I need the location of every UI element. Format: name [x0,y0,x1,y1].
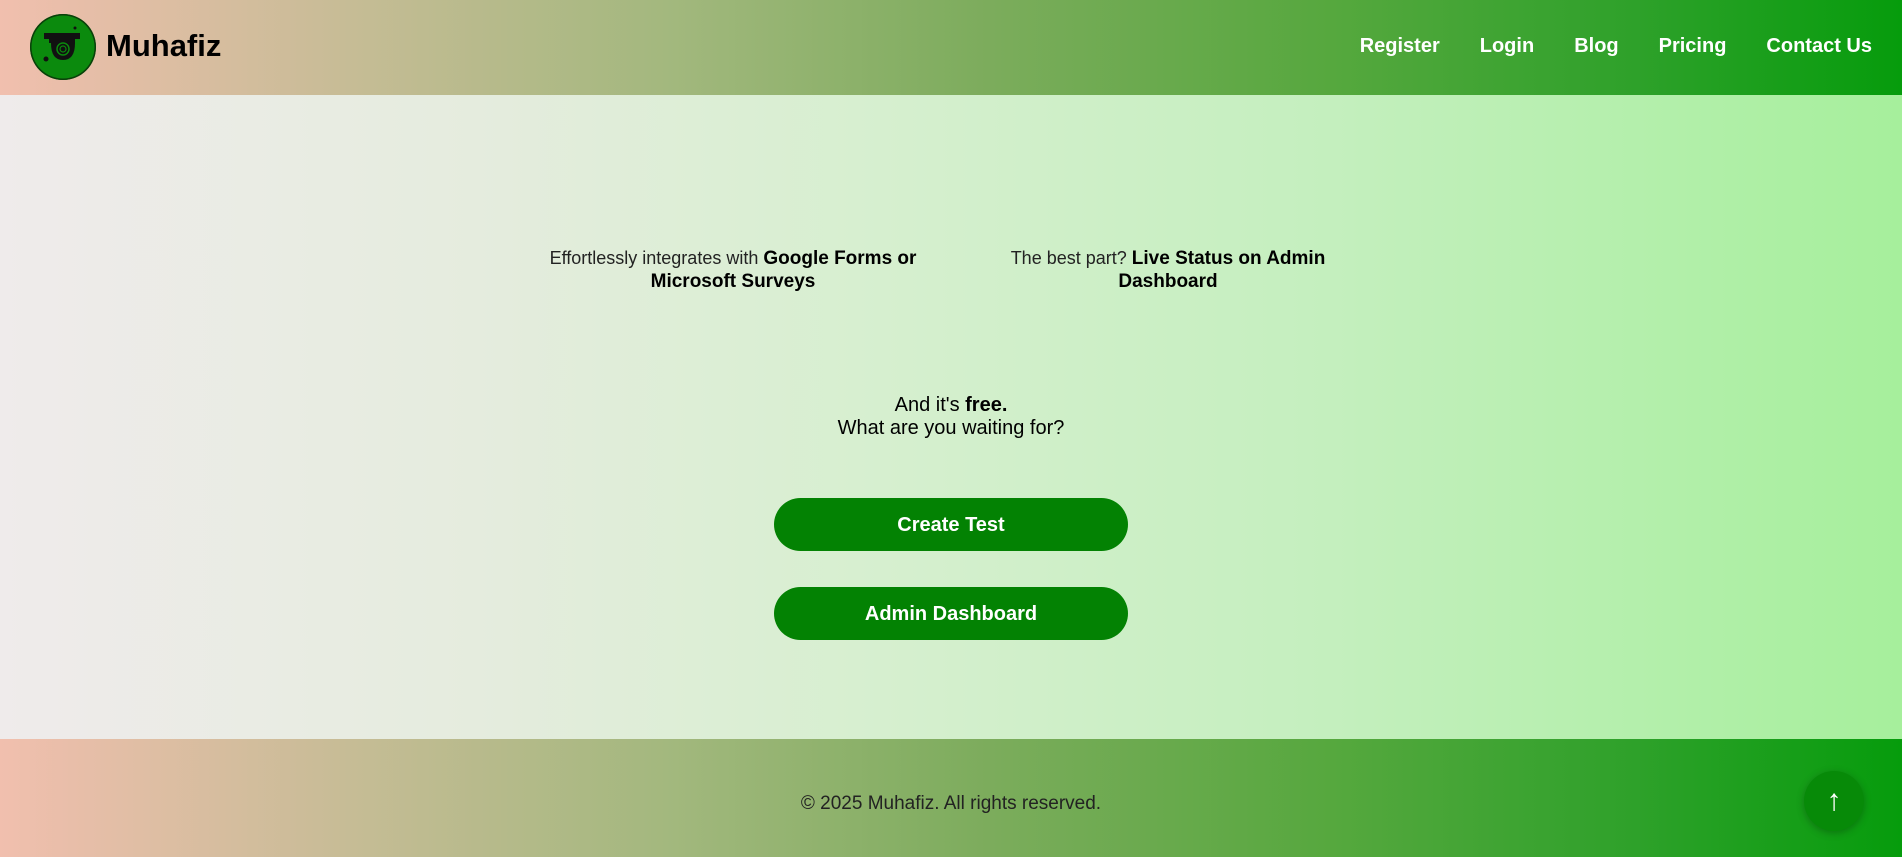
security-camera-icon[interactable] [30,14,96,80]
nav-contact-us-link[interactable]: Contact Us [1766,33,1872,59]
cta-line2: What are you waiting for? [837,417,1065,439]
main-content: Effortlessly integrates with Google Form… [0,95,1902,739]
brand-name[interactable]: Muhafiz [106,27,221,65]
admin-dashboard-button[interactable]: Admin Dashboard [774,587,1128,640]
feature-live-status-prefix: The best part? [1010,248,1132,268]
feature-live-status: The best part? Live Status on Admin Dash… [973,247,1363,293]
arrow-up-icon: ↑ [1826,784,1842,817]
scroll-to-top-button[interactable]: ↑ [1804,771,1864,831]
nav-blog-link[interactable]: Blog [1574,33,1618,59]
page-footer: © 2025 Muhafiz. All rights reserved. ↑ [0,739,1902,857]
feature-live-status-highlight: Live Status on Admin Dashboard [1118,248,1326,292]
top-header: Muhafiz Register Login Blog Pricing Cont… [0,0,1902,95]
nav-pricing-link[interactable]: Pricing [1659,33,1727,59]
nav-login-link[interactable]: Login [1480,33,1534,59]
cta-text: And it's free. What are you waiting for? [751,394,1151,440]
cta-free: free. [965,394,1008,416]
main-nav: Register Login Blog Pricing Contact Us [1360,33,1872,59]
feature-integration-prefix: Effortlessly integrates with [549,248,764,268]
feature-integration: Effortlessly integrates with Google Form… [538,247,928,293]
cta-line1-prefix: And it's [894,394,966,416]
copyright-text: © 2025 Muhafiz. All rights reserved. [800,793,1102,814]
nav-register-link[interactable]: Register [1360,33,1440,59]
create-test-button[interactable]: Create Test [774,498,1128,551]
